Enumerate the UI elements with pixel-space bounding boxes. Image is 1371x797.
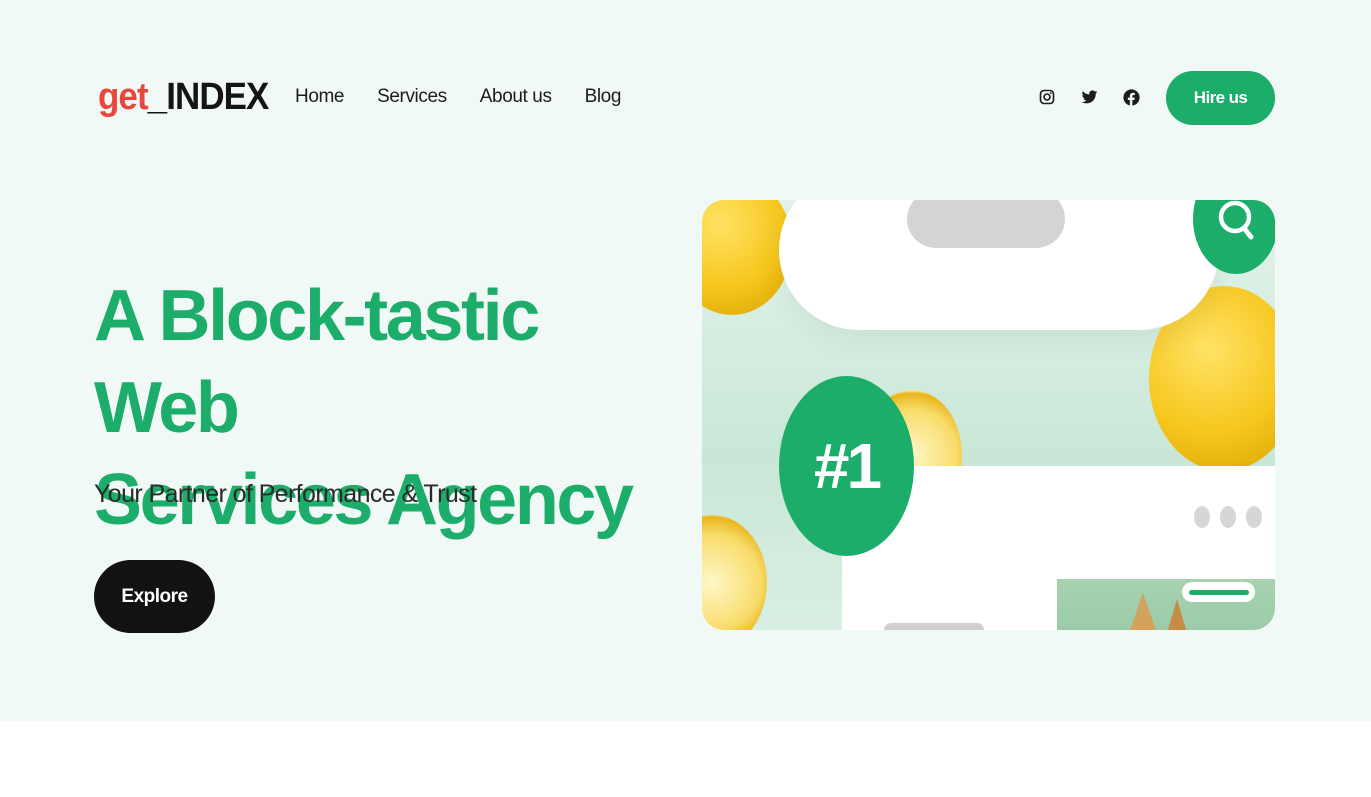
facebook-icon[interactable] bbox=[1122, 87, 1140, 107]
fox-ear-graphic bbox=[1129, 593, 1157, 630]
card-placeholder-line bbox=[884, 623, 984, 630]
number-one-badge: #1 bbox=[779, 376, 914, 556]
logo-part-get: get bbox=[98, 76, 149, 118]
twitter-icon[interactable] bbox=[1080, 87, 1098, 107]
nav-item-services[interactable]: Services bbox=[377, 86, 447, 108]
search-pill-graphic bbox=[907, 200, 1065, 248]
logo-part-index: _INDEX bbox=[147, 76, 270, 118]
window-dots bbox=[1194, 506, 1262, 528]
hero-section: get_INDEX Home Services About us Blog Hi… bbox=[0, 0, 1371, 721]
hero-subtitle: Your Partner of Performance & Trust bbox=[94, 480, 477, 508]
logo[interactable]: get_INDEX bbox=[98, 76, 270, 119]
hero-illustration: #1 bbox=[702, 200, 1275, 630]
nav-item-about-us[interactable]: About us bbox=[480, 86, 552, 108]
nav-item-blog[interactable]: Blog bbox=[585, 86, 622, 108]
main-nav: Home Services About us Blog bbox=[295, 86, 621, 108]
fox-thumbnail-image bbox=[1057, 579, 1275, 630]
fox-ear-graphic bbox=[1167, 599, 1187, 630]
explore-button[interactable]: Explore bbox=[94, 560, 215, 633]
search-bar-graphic bbox=[779, 200, 1275, 330]
nav-item-home[interactable]: Home bbox=[295, 86, 344, 108]
hire-us-button[interactable]: Hire us bbox=[1166, 71, 1275, 125]
headline-line-1: A Block-tastic Web bbox=[94, 276, 540, 448]
social-links bbox=[1038, 87, 1140, 107]
lemon-slice-image bbox=[702, 515, 767, 630]
instagram-icon[interactable] bbox=[1038, 87, 1056, 107]
next-section bbox=[0, 721, 1371, 797]
progress-pill-graphic bbox=[1182, 582, 1255, 602]
search-icon bbox=[1193, 200, 1275, 274]
